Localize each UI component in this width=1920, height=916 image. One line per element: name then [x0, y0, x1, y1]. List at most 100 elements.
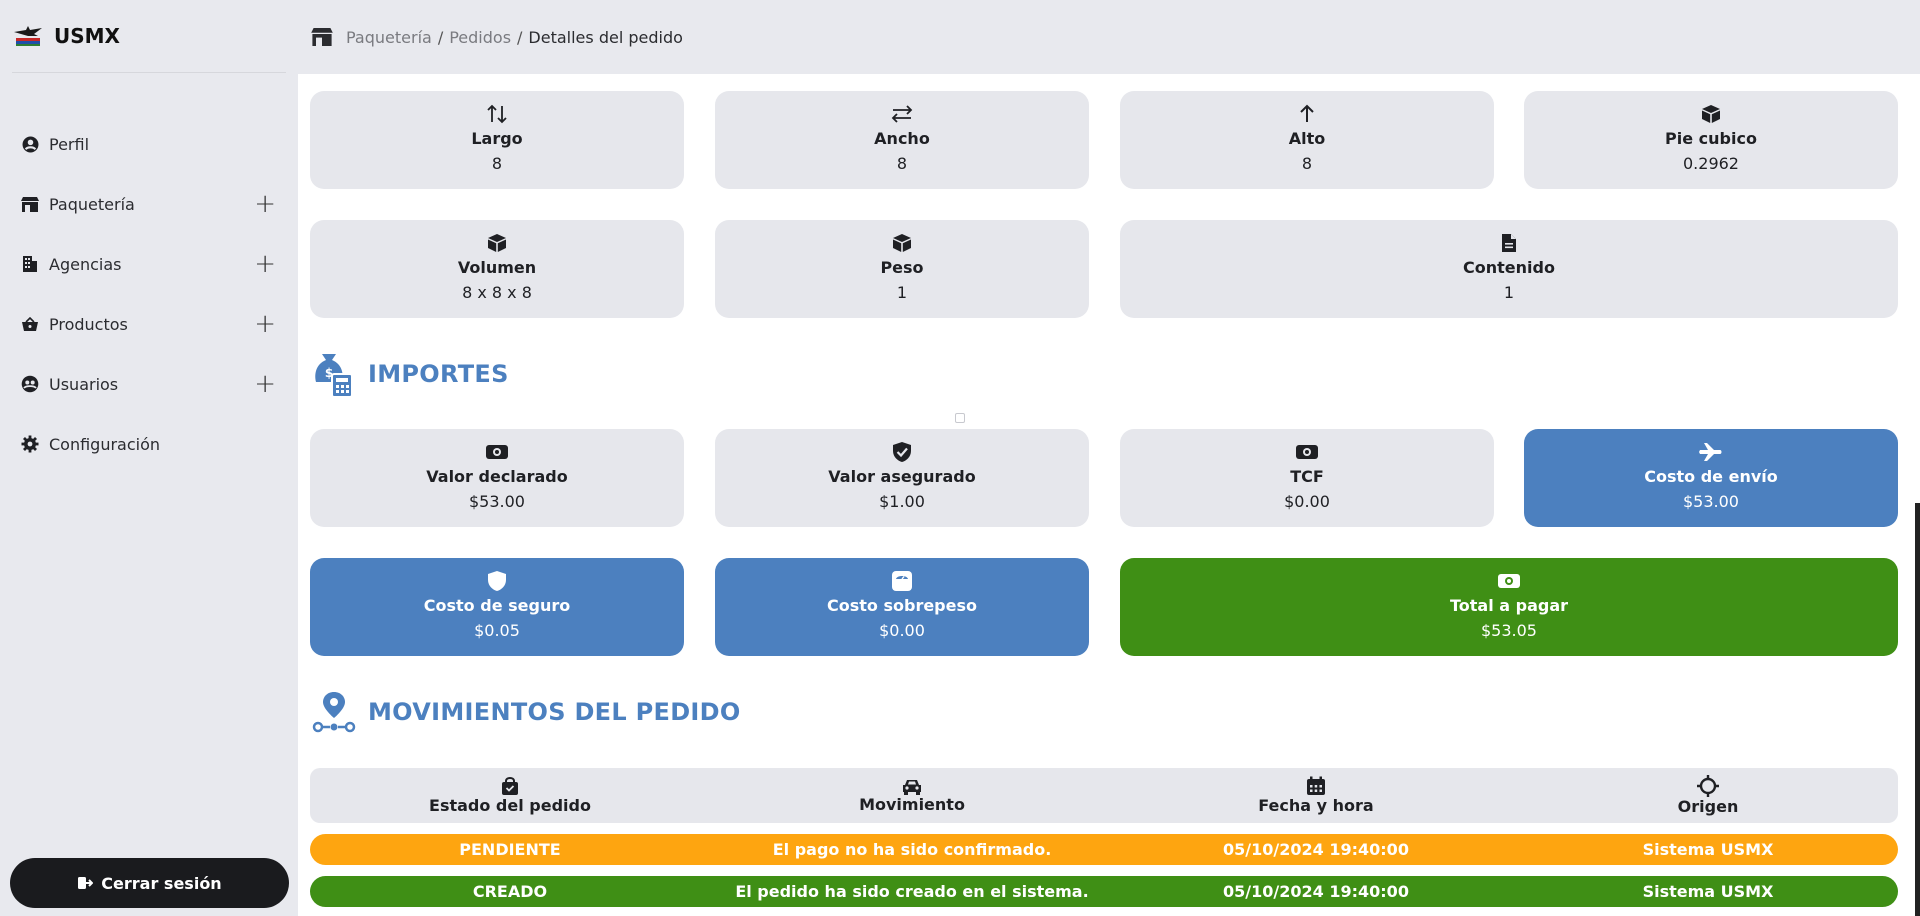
sidebar-item-label: Productos — [49, 314, 128, 334]
sidebar-item-usuarios[interactable]: Usuarios + — [0, 354, 298, 414]
expand-plus-icon[interactable]: + — [254, 371, 276, 397]
importes-heading: $ IMPORTES — [312, 350, 509, 398]
card-value: 8 — [491, 154, 503, 173]
gear-icon — [20, 434, 40, 454]
cube-icon — [892, 230, 912, 256]
expand-plus-icon[interactable]: + — [254, 191, 276, 217]
arrow-up-icon — [1297, 101, 1317, 127]
sidebar-item-paqueteria[interactable]: Paquetería + — [0, 174, 298, 234]
card-value: 1 — [896, 283, 908, 302]
arrows-up-down-icon — [486, 101, 508, 127]
card-value: $53.05 — [1481, 621, 1537, 640]
crosshair-icon — [1697, 775, 1719, 797]
card-costo-envio: Costo de envío $53.00 — [1524, 429, 1898, 527]
card-title: Contenido — [1463, 258, 1555, 277]
movement-row: PENDIENTE El pago no ha sido confirmado.… — [310, 834, 1898, 865]
card-volumen: Volumen 8 x 8 x 8 — [310, 220, 684, 318]
document-icon — [1501, 230, 1517, 256]
card-title: Ancho — [874, 129, 930, 148]
card-valor-asegurado: Valor asegurado $1.00 — [715, 429, 1089, 527]
sidebar-item-configuracion[interactable]: Configuración — [0, 414, 298, 474]
breadcrumb-pedidos[interactable]: Pedidos — [449, 28, 511, 47]
card-title: Pie cubico — [1665, 129, 1757, 148]
card-value: 0.2962 — [1683, 154, 1739, 173]
card-costo-sobrepeso: Costo sobrepeso $0.00 — [715, 558, 1089, 656]
sidebar-item-productos[interactable]: Productos + — [0, 294, 298, 354]
breadcrumb-paqueteria[interactable]: Paquetería — [346, 28, 432, 47]
row-estado: CREADO — [472, 882, 548, 901]
card-value: $1.00 — [879, 492, 925, 511]
row-origen: Sistema USMX — [1642, 882, 1774, 901]
basket-icon — [20, 314, 40, 334]
card-title: Costo de envío — [1644, 467, 1778, 486]
user-circle-icon — [20, 134, 40, 154]
sidebar-item-label: Configuración — [49, 434, 161, 454]
logout-label: Cerrar sesión — [101, 873, 222, 893]
users-icon — [20, 374, 40, 394]
route-pin-icon — [312, 692, 356, 733]
card-value: 8 x 8 x 8 — [462, 283, 532, 302]
card-title: Costo de seguro — [423, 596, 571, 615]
expand-plus-icon[interactable]: + — [254, 311, 276, 337]
store-icon — [311, 28, 333, 46]
card-value: $0.00 — [879, 621, 925, 640]
sidebar-item-agencias[interactable]: Agencias + — [0, 234, 298, 294]
sidebar-nav: Perfil Paquetería + Agencias + Productos… — [0, 114, 298, 474]
movement-row: CREADO El pedido ha sido creado en el si… — [310, 876, 1898, 907]
card-title: Volumen — [457, 258, 537, 277]
card-ancho: Ancho 8 — [715, 91, 1089, 189]
card-peso: Peso 1 — [715, 220, 1089, 318]
card-alto: Alto 8 — [1120, 91, 1494, 189]
cube-icon — [487, 230, 507, 256]
cube-icon — [1701, 101, 1721, 127]
money-bill-icon — [1295, 439, 1319, 465]
card-title: Largo — [471, 129, 523, 148]
section-title: MOVIMIENTOS DEL PEDIDO — [368, 698, 741, 726]
shield-icon — [487, 568, 507, 594]
header-label: Fecha y hora — [1258, 796, 1374, 815]
breadcrumb: Paquetería / Pedidos / Detalles del pedi… — [346, 28, 683, 47]
car-icon — [903, 780, 921, 795]
row-movimiento: El pago no ha sido confirmado. — [772, 840, 1052, 859]
sidebar-item-label: Usuarios — [49, 374, 119, 394]
page-scrollbar[interactable] — [1915, 503, 1920, 916]
weight-scale-icon — [891, 568, 913, 594]
brand-divider — [12, 72, 286, 73]
header-estado: Estado del pedido — [310, 768, 710, 823]
card-value: $0.05 — [474, 621, 520, 640]
brand[interactable]: USMX — [12, 24, 120, 48]
breadcrumb-current: Detalles del pedido — [528, 27, 683, 47]
card-title: Alto — [1288, 129, 1326, 148]
store-icon — [20, 194, 40, 214]
card-value: $53.00 — [469, 492, 525, 511]
topbar: Paquetería / Pedidos / Detalles del pedi… — [298, 0, 1920, 74]
usmx-logo-icon — [14, 26, 42, 46]
card-valor-declarado: Valor declarado $53.00 — [310, 429, 684, 527]
decorative-dot — [955, 413, 965, 423]
logout-button[interactable]: Cerrar sesión — [10, 858, 289, 908]
expand-plus-icon[interactable]: + — [254, 251, 276, 277]
movimientos-heading: MOVIMIENTOS DEL PEDIDO — [312, 690, 741, 734]
card-pie-cubico: Pie cubico 0.2962 — [1524, 91, 1898, 189]
card-value: 1 — [1503, 283, 1515, 302]
section-title: IMPORTES — [368, 360, 509, 388]
sidebar-item-perfil[interactable]: Perfil — [0, 114, 298, 174]
row-fecha: 05/10/2024 19:40:00 — [1223, 840, 1409, 859]
calendar-icon — [1307, 776, 1325, 795]
breadcrumb-separator: / — [517, 27, 523, 47]
card-value: 8 — [1301, 154, 1313, 173]
shield-check-icon — [892, 439, 912, 465]
header-movimiento: Movimiento — [710, 768, 1114, 823]
card-title: TCF — [1290, 467, 1324, 486]
brand-name: USMX — [54, 24, 120, 48]
card-title: Peso — [880, 258, 924, 277]
card-tcf: TCF $0.00 — [1120, 429, 1494, 527]
money-bill-icon — [485, 439, 509, 465]
header-fecha: Fecha y hora — [1114, 768, 1518, 823]
row-estado: PENDIENTE — [459, 840, 561, 859]
card-title: Valor declarado — [426, 467, 568, 486]
sidebar-item-label: Agencias — [49, 254, 122, 274]
card-value: 8 — [896, 154, 908, 173]
header-label: Origen — [1677, 797, 1739, 816]
row-movimiento: El pedido ha sido creado en el sistema. — [735, 882, 1089, 901]
